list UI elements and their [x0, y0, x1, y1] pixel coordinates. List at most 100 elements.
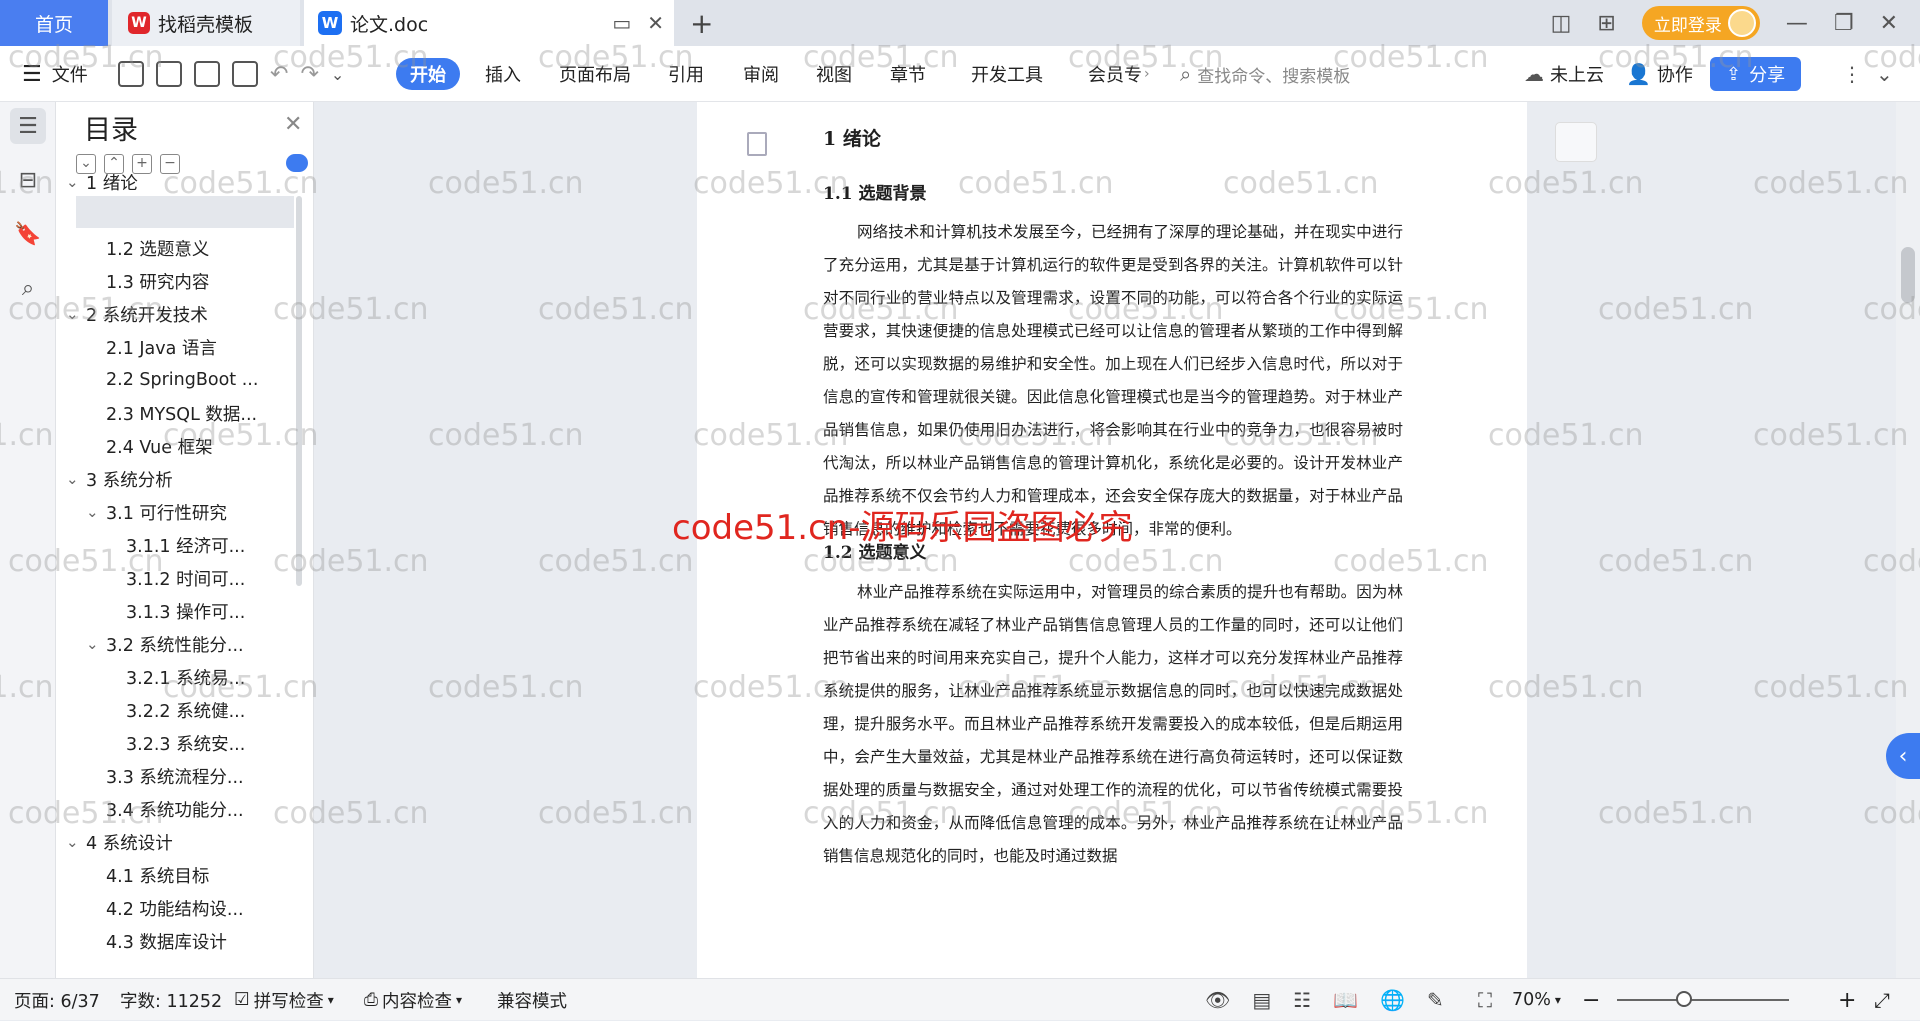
toc-item[interactable]: 3.1.2 时间可...	[126, 562, 245, 594]
toc-item[interactable]: 4.3 数据库设计	[106, 925, 227, 957]
toc-item[interactable]: 2.4 Vue 框架	[106, 430, 213, 462]
login-button[interactable]: 立即登录	[1641, 6, 1760, 40]
redo-icon[interactable]: ↷	[300, 62, 318, 87]
close-window-icon[interactable]: ✕	[1880, 11, 1898, 36]
tab-template[interactable]: W 找稻壳模板	[112, 0, 300, 46]
menu-view[interactable]: 视图	[816, 46, 852, 102]
toc-item[interactable]: ⌄ 3.2 系统性能分...	[86, 628, 244, 660]
chevron-down-icon[interactable]: ⌄	[86, 635, 106, 653]
minimize-icon[interactable]: —	[1786, 11, 1808, 36]
toc-item-label: 3.2.1 系统易...	[126, 668, 246, 689]
undo-icon[interactable]: ↶	[270, 62, 288, 87]
toc-item[interactable]: ⌄ 2 系统开发技术	[66, 298, 208, 330]
zoom-out-icon[interactable]: −	[1582, 979, 1600, 1021]
web-view-icon[interactable]: 🌐	[1380, 988, 1405, 1012]
menu-chapter[interactable]: 章节	[890, 46, 926, 102]
toc-item[interactable]: 2.1 Java 语言	[106, 331, 217, 363]
toc-item[interactable]: 2.2 SpringBoot ...	[106, 364, 258, 396]
chevron-down-icon[interactable]: ⌄	[66, 833, 86, 851]
menu-references[interactable]: 引用	[668, 46, 704, 102]
chevron-down-icon[interactable]: ⌄	[331, 65, 344, 84]
menu-member[interactable]: 会员专	[1088, 46, 1142, 102]
zoom-slider[interactable]	[1617, 999, 1789, 1001]
new-tab-button[interactable]: +	[690, 0, 720, 46]
tab-float-icon[interactable]: ▭	[612, 11, 631, 35]
chevron-down-icon[interactable]: ⌄	[66, 305, 86, 323]
cloud-status[interactable]: ☁ 未上云	[1524, 46, 1604, 102]
page-counter[interactable]: 页面: 6/37	[14, 979, 100, 1021]
pen-icon[interactable]: ✎	[1427, 988, 1444, 1012]
vertical-scrollbar[interactable]	[1896, 102, 1920, 978]
menu-start[interactable]: 开始	[396, 58, 460, 90]
toc-item[interactable]: ⌄ 4 系统设计	[66, 826, 173, 858]
toc-item[interactable]: 3.1.1 经济可...	[126, 529, 245, 561]
paragraph-background: 网络技术和计算机技术发展至今，已经拥有了深厚的理论基础，并在现实中进行了充分运用…	[823, 223, 1403, 538]
ai-assistant-icon[interactable]	[286, 154, 308, 172]
toc-scrollbar[interactable]	[296, 196, 302, 586]
toc-item[interactable]: ⌄ 3.1 可行性研究	[86, 496, 227, 528]
more-options-icon[interactable]: ⋮	[1842, 46, 1862, 102]
print-icon[interactable]	[194, 61, 220, 87]
toc-item[interactable]: ⌄ 3 系统分析	[66, 463, 173, 495]
tab-document-label: 论文.doc	[350, 13, 429, 36]
toc-item[interactable]: 1.3 研究内容	[106, 265, 209, 297]
restore-icon[interactable]: ❐	[1834, 11, 1854, 36]
chevron-down-icon[interactable]: ⌄	[66, 470, 86, 488]
toc-item[interactable]: 2.3 MYSQL 数据...	[106, 397, 257, 429]
spell-check-button[interactable]: ☑ 拼写检查 ▾	[234, 979, 334, 1021]
save-icon[interactable]	[118, 61, 144, 87]
chevron-down-icon[interactable]: ⌄	[86, 503, 106, 521]
menu-review[interactable]: 审阅	[743, 46, 779, 102]
reading-view-icon[interactable]: 📖	[1333, 988, 1358, 1012]
quick-access: ↶ ↷ ⌄	[118, 46, 344, 102]
bookmark-icon[interactable]: 🔖	[10, 216, 46, 252]
zoom-in-icon[interactable]: +	[1838, 979, 1856, 1021]
toc-item[interactable]: 4.2 功能结构设...	[106, 892, 244, 924]
remove-heading-icon[interactable]: −	[160, 154, 180, 174]
toc-item[interactable]: 3.3 系统流程分...	[106, 760, 244, 792]
content-check-button[interactable]: ⎙ 内容检查 ▾	[364, 979, 462, 1021]
export-pdf-icon[interactable]	[156, 61, 182, 87]
close-icon[interactable]: ✕	[284, 112, 302, 137]
tab-home[interactable]: 首页	[0, 0, 108, 46]
toc-panel-icon[interactable]: ☰	[10, 108, 46, 144]
toc-item[interactable]: 4.1 系统目标	[106, 859, 209, 891]
find-icon[interactable]: ⌕	[10, 270, 46, 306]
word-count[interactable]: 字数: 11252	[120, 979, 222, 1021]
comment-panel-button[interactable]	[1555, 122, 1597, 162]
layout-icon[interactable]: ◫	[1551, 11, 1572, 36]
collaborate-button[interactable]: 👤 协作	[1626, 46, 1693, 102]
toc-title: 目录	[84, 115, 138, 146]
fullscreen-icon[interactable]: ⤢	[1874, 979, 1890, 1021]
toc-item[interactable]: 1.2 选题意义	[106, 232, 209, 264]
menu-developer[interactable]: 开发工具	[971, 46, 1043, 102]
page-menu-icon[interactable]	[747, 132, 767, 156]
fit-page-icon[interactable]: ⛶	[1478, 979, 1492, 1021]
print-preview-icon[interactable]	[232, 61, 258, 87]
toc-item[interactable]: 3.2.3 系统安...	[126, 727, 245, 759]
outline-view-icon[interactable]: ☷	[1293, 988, 1311, 1012]
menu-insert[interactable]: 插入	[485, 46, 521, 102]
toc-item[interactable]: 3.2.2 系统健...	[126, 694, 245, 726]
apps-grid-icon[interactable]: ⊞	[1597, 11, 1615, 36]
collapse-ribbon-icon[interactable]: ⌄	[1876, 46, 1893, 102]
menu-more-icon[interactable]: ›	[1144, 46, 1150, 102]
content-check-icon: ⎙	[364, 990, 378, 1010]
chevron-down-icon[interactable]: ⌄	[66, 173, 86, 191]
command-search[interactable]: ⌕ 查找命令、搜索模板	[1180, 46, 1350, 102]
tab-document[interactable]: W 论文.doc ▭ ✕	[304, 0, 674, 46]
navigation-icon[interactable]: ⊟	[10, 162, 46, 198]
page-view-icon[interactable]: ▤	[1252, 988, 1271, 1012]
eye-protection-icon[interactable]: 👁	[1205, 988, 1230, 1012]
scrollbar-thumb[interactable]	[1901, 247, 1915, 303]
toc-item[interactable]: 3.2.1 系统易...	[126, 661, 245, 693]
toc-item[interactable]: ⌄ 1 绪论	[66, 166, 138, 198]
zoom-slider-handle[interactable]	[1676, 991, 1692, 1007]
file-menu[interactable]: ☰ 文件	[22, 46, 88, 102]
toc-item[interactable]: 3.4 系统功能分...	[106, 793, 244, 825]
menu-page-layout[interactable]: 页面布局	[559, 46, 631, 102]
tab-close-icon[interactable]: ✕	[647, 11, 664, 35]
zoom-level[interactable]: 70% ▾	[1512, 979, 1561, 1021]
share-button[interactable]: ⇪ 分享	[1710, 57, 1802, 91]
toc-item[interactable]: 3.1.3 操作可...	[126, 595, 245, 627]
